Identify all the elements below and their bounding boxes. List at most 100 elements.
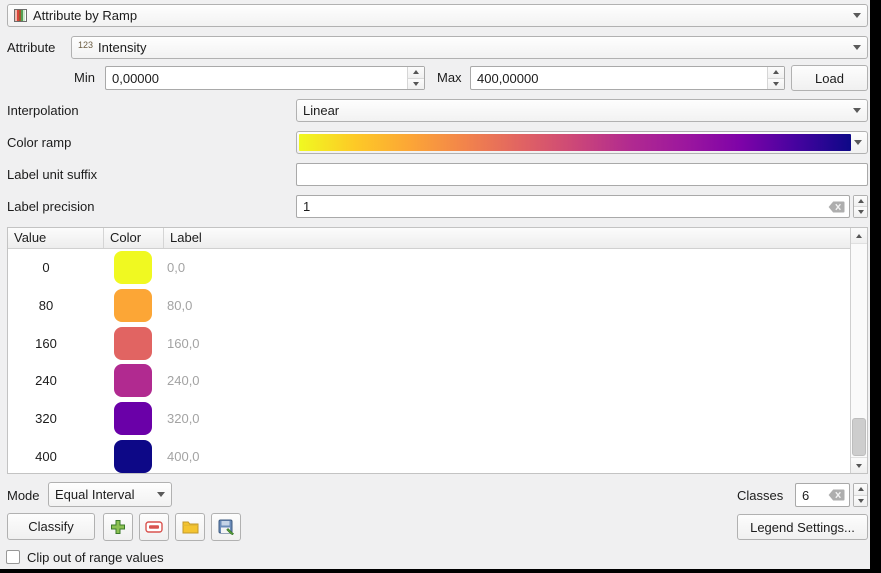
color-ramp-label: Color ramp xyxy=(7,131,71,154)
row-label: 0,0 xyxy=(167,260,185,275)
plus-icon xyxy=(110,519,126,535)
legend-settings-button[interactable]: Legend Settings... xyxy=(737,514,868,540)
row-value: 400 xyxy=(16,449,76,464)
max-spin-buttons xyxy=(767,67,784,89)
color-swatch[interactable] xyxy=(114,251,152,284)
spin-up-button[interactable] xyxy=(408,67,424,79)
renderer-select-value: Attribute by Ramp xyxy=(33,8,847,23)
scroll-down-button[interactable] xyxy=(851,457,867,473)
color-ramp-icon xyxy=(14,9,27,22)
vertical-scrollbar[interactable] xyxy=(850,228,867,473)
attribute-by-ramp-panel: Attribute by Ramp Attribute 123 Intensit… xyxy=(0,0,870,569)
remove-class-button[interactable] xyxy=(139,513,169,541)
color-swatch[interactable] xyxy=(114,289,152,322)
spin-up-button[interactable] xyxy=(854,196,867,207)
mode-value: Equal Interval xyxy=(55,487,151,502)
classify-button[interactable]: Classify xyxy=(7,513,95,540)
numeric-field-icon: 123 xyxy=(78,40,93,50)
table-body: 00,08080,0160160,0240240,0320320,0400400… xyxy=(8,249,850,473)
row-label: 400,0 xyxy=(167,449,200,464)
row-value: 320 xyxy=(16,411,76,426)
spin-up-button[interactable] xyxy=(854,484,867,496)
color-ramp-button[interactable] xyxy=(296,131,868,154)
row-value: 0 xyxy=(16,260,76,275)
scroll-up-button[interactable] xyxy=(851,228,867,244)
triangle-up-icon xyxy=(413,70,419,74)
triangle-up-icon xyxy=(856,234,862,238)
attribute-select[interactable]: 123 Intensity xyxy=(71,36,868,59)
triangle-up-icon xyxy=(858,487,864,491)
min-spinbox[interactable]: 0,00000 xyxy=(105,66,425,90)
triangle-down-icon xyxy=(413,82,419,86)
spin-up-button[interactable] xyxy=(768,67,784,79)
triangle-up-icon xyxy=(773,70,779,74)
clip-checkbox-label: Clip out of range values xyxy=(27,546,164,569)
clear-backspace-icon[interactable] xyxy=(828,489,845,501)
triangle-up-icon xyxy=(858,199,864,203)
row-value: 160 xyxy=(16,336,76,351)
attribute-label: Attribute xyxy=(7,36,55,59)
color-swatch[interactable] xyxy=(114,327,152,360)
interpolation-value: Linear xyxy=(303,103,847,118)
chevron-down-icon xyxy=(853,108,861,113)
spin-down-button[interactable] xyxy=(854,207,867,217)
table-row[interactable]: 80 80,0 xyxy=(8,287,850,325)
label-precision-spin-buttons xyxy=(853,195,868,218)
chevron-down-icon xyxy=(854,140,862,145)
header-color[interactable]: Color xyxy=(104,228,164,248)
classes-spinbox[interactable]: 6 xyxy=(795,483,868,507)
header-label[interactable]: Label xyxy=(164,228,850,248)
table-row[interactable]: 240240,0 xyxy=(8,362,850,400)
row-label: 80,0 xyxy=(167,298,192,313)
classes-table: Value Color Label 00,08080,0160160,02402… xyxy=(7,227,868,474)
triangle-down-icon xyxy=(858,499,864,503)
clear-backspace-icon[interactable] xyxy=(828,201,845,213)
spin-down-button[interactable] xyxy=(768,79,784,90)
mode-select[interactable]: Equal Interval xyxy=(48,482,172,507)
header-value[interactable]: Value xyxy=(8,228,104,248)
triangle-down-icon xyxy=(856,464,862,468)
load-button[interactable]: Load xyxy=(791,65,868,91)
spin-down-button[interactable] xyxy=(854,496,867,507)
table-row[interactable]: 00,0 xyxy=(8,249,850,287)
color-ramp-dropdown[interactable] xyxy=(851,140,865,145)
table-row[interactable]: 320 320,0 xyxy=(8,400,850,438)
table-row[interactable]: 160 160,0 xyxy=(8,324,850,362)
max-label: Max xyxy=(437,66,462,89)
interpolation-label: Interpolation xyxy=(7,99,79,122)
interpolation-select[interactable]: Linear xyxy=(296,99,868,122)
min-value: 0,00000 xyxy=(106,71,407,86)
folder-icon xyxy=(182,520,199,534)
label-precision-label: Label precision xyxy=(7,195,94,218)
label-precision-spinbox[interactable]: 1 xyxy=(296,195,868,218)
mode-label: Mode xyxy=(7,483,40,508)
row-value: 240 xyxy=(16,373,76,388)
row-label: 320,0 xyxy=(167,411,200,426)
table-header-row: Value Color Label xyxy=(8,228,850,249)
chevron-down-icon xyxy=(157,492,165,497)
max-value: 400,00000 xyxy=(471,71,767,86)
max-spinbox[interactable]: 400,00000 xyxy=(470,66,785,90)
classes-value: 6 xyxy=(796,488,828,503)
color-ramp-preview xyxy=(299,134,851,151)
row-label: 160,0 xyxy=(167,336,200,351)
clip-checkbox[interactable] xyxy=(6,550,20,564)
color-swatch[interactable] xyxy=(114,440,152,473)
open-file-button[interactable] xyxy=(175,513,205,541)
scrollbar-thumb[interactable] xyxy=(852,418,866,456)
chevron-down-icon xyxy=(853,13,861,18)
table-row[interactable]: 400 400,0 xyxy=(8,437,850,473)
chevron-down-icon xyxy=(853,45,861,50)
save-button[interactable] xyxy=(211,513,241,541)
row-value: 80 xyxy=(16,298,76,313)
minus-icon xyxy=(145,521,163,533)
renderer-select[interactable]: Attribute by Ramp xyxy=(7,4,868,27)
spin-down-button[interactable] xyxy=(408,79,424,90)
label-unit-suffix-label: Label unit suffix xyxy=(7,163,97,186)
label-unit-suffix-input[interactable] xyxy=(296,163,868,186)
color-swatch[interactable] xyxy=(114,364,152,397)
add-class-button[interactable] xyxy=(103,513,133,541)
color-swatch[interactable] xyxy=(114,402,152,435)
min-label: Min xyxy=(74,66,95,89)
triangle-down-icon xyxy=(773,82,779,86)
